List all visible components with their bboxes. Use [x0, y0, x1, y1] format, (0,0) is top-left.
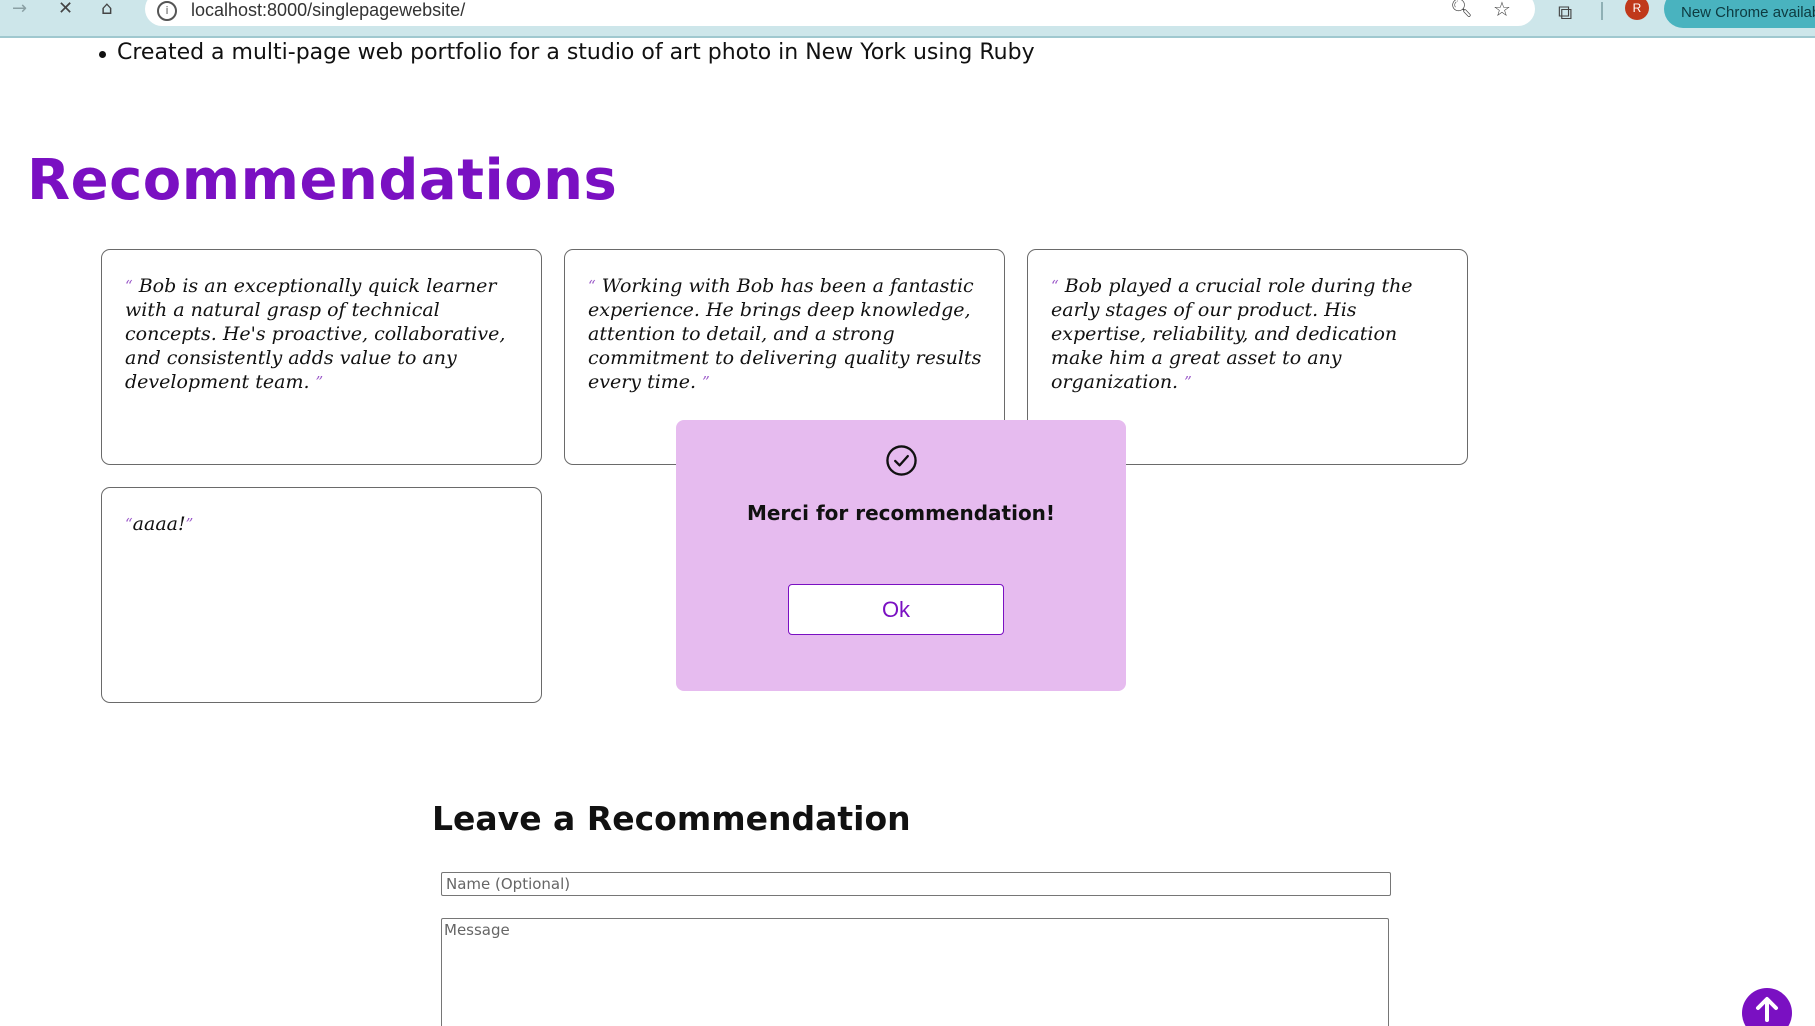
- close-quote-mark: ”: [185, 515, 194, 533]
- recommendation-card: “ Bob is an exceptionally quick learner …: [101, 249, 542, 465]
- form-title: Leave a Recommendation: [432, 799, 911, 838]
- open-quote-mark: “: [1051, 277, 1059, 295]
- recommendation-text: aaaa!: [132, 513, 186, 535]
- arrow-up-icon: [1756, 997, 1778, 1022]
- scroll-to-top-button[interactable]: [1742, 988, 1792, 1026]
- open-quote-mark: “: [125, 277, 133, 295]
- url-text[interactable]: localhost:8000/singlepagewebsite/: [191, 0, 465, 21]
- browser-toolbar: → ✕ ⌂ i localhost:8000/singlepagewebsite…: [0, 0, 1815, 38]
- check-circle-icon: [886, 445, 917, 476]
- profile-avatar[interactable]: R: [1625, 0, 1649, 20]
- home-icon[interactable]: ⌂: [101, 0, 112, 20]
- confirmation-modal: Merci for recommendation! Ok: [676, 420, 1126, 691]
- ok-button[interactable]: Ok: [788, 584, 1004, 635]
- extensions-icon[interactable]: ⧉: [1558, 0, 1572, 24]
- stop-icon[interactable]: ✕: [58, 0, 73, 20]
- forward-icon[interactable]: →: [12, 0, 27, 20]
- bookmark-star-icon[interactable]: ☆: [1493, 0, 1511, 21]
- address-bar[interactable]: i localhost:8000/singlepagewebsite/ 🔍︎ ☆: [145, 0, 1535, 26]
- recommendation-quote: “ Bob is an exceptionally quick learner …: [125, 274, 519, 394]
- toolbar-separator: [1601, 2, 1603, 20]
- recommendation-card: “aaaa!”: [101, 487, 542, 703]
- recommendation-quote: “ Working with Bob has been a fantastic …: [588, 274, 982, 394]
- name-input[interactable]: [441, 872, 1391, 896]
- open-quote-mark: “: [125, 515, 133, 533]
- recommendations-title: Recommendations: [27, 148, 618, 213]
- message-textarea[interactable]: [441, 918, 1389, 1026]
- open-quote-mark: “: [588, 277, 596, 295]
- close-quote-mark: ”: [1184, 373, 1192, 391]
- close-quote-mark: ”: [315, 373, 324, 391]
- update-chrome-button[interactable]: New Chrome available: [1664, 0, 1815, 28]
- recommendation-text: Bob played a crucial role during the ear…: [1051, 275, 1413, 393]
- zoom-icon[interactable]: 🔍︎: [1450, 0, 1473, 19]
- site-info-icon[interactable]: i: [157, 1, 177, 21]
- recommendation-quote: “ Bob played a crucial role during the e…: [1051, 274, 1445, 394]
- modal-message: Merci for recommendation!: [746, 501, 1056, 525]
- recommendation-quote: “aaaa!”: [125, 512, 519, 536]
- recommendation-text: Working with Bob has been a fantastic ex…: [588, 275, 982, 393]
- project-bullet: Created a multi-page web portfolio for a…: [99, 40, 1035, 65]
- close-quote-mark: ”: [702, 373, 710, 391]
